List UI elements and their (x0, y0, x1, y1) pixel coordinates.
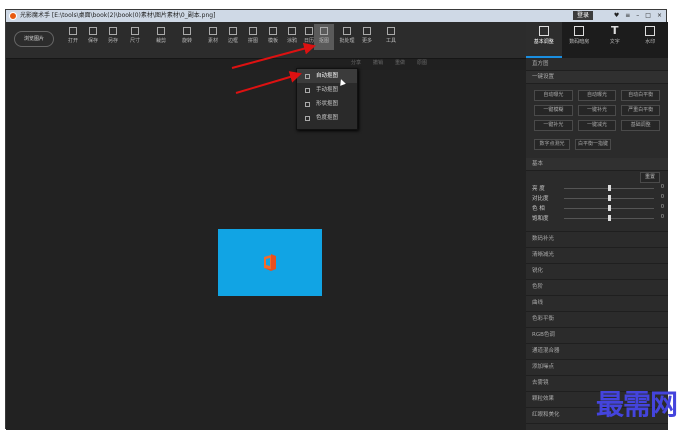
red-arrow-to-cutout (231, 42, 316, 69)
annotation-arrows (231, 42, 316, 94)
site-watermark: 最需网 (596, 388, 678, 421)
red-arrow-to-auto-cutout (235, 71, 302, 94)
